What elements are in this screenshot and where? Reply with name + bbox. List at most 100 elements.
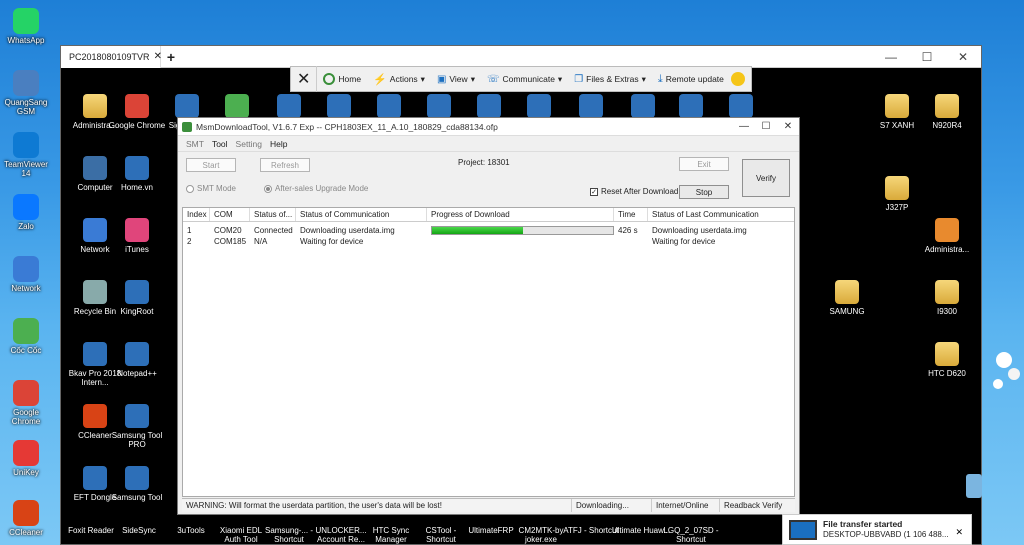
col-status[interactable]: Status of... <box>250 208 296 221</box>
table-row[interactable]: 2 COM185 N/A Waiting for device Waiting … <box>183 236 794 247</box>
recycle-icon <box>83 280 107 304</box>
app-icon <box>327 94 351 118</box>
remote-desktop-icon[interactable]: SAMUNG <box>817 280 877 316</box>
row-communication: Waiting for device <box>300 237 364 246</box>
maximize-button[interactable]: ☐ <box>909 50 945 64</box>
minimize-button[interactable]: — <box>873 50 909 64</box>
taskbar-item[interactable]: Samsung-... - Shortcut <box>259 526 319 544</box>
msm-window-controls: — ☐ ✕ <box>733 121 799 132</box>
table-row[interactable]: 1 COM20 Connected Downloading userdata.i… <box>183 225 794 236</box>
desktop-icon[interactable]: WhatsApp <box>2 8 50 45</box>
desktop-icon[interactable]: TeamViewer 14 <box>2 132 50 178</box>
maximize-button[interactable]: ☐ <box>755 121 777 132</box>
folder-icon <box>885 176 909 200</box>
remote-desktop-icon[interactable]: KingRoot <box>107 280 167 316</box>
refresh-button[interactable]: Refresh <box>260 158 310 172</box>
view-menu[interactable]: ▣ View ▾ <box>431 66 481 92</box>
col-status-communication[interactable]: Status of Communication <box>296 208 427 221</box>
remote-desktop-icon[interactable]: N920R4 <box>917 94 977 130</box>
unikey-icon <box>13 440 39 466</box>
taskbar-item[interactable]: LGQ_2_07SD - Shortcut <box>661 526 721 544</box>
start-button[interactable]: Start <box>186 158 236 172</box>
remote-desktop-icon[interactable]: iTunes <box>107 218 167 254</box>
app-icon <box>679 94 703 118</box>
close-notification-icon[interactable]: ✕ <box>955 527 963 538</box>
row-communication: Downloading userdata.img <box>300 226 395 235</box>
menu-setting[interactable]: Setting <box>236 139 262 149</box>
download-icon: ⤓ <box>657 72 663 85</box>
actions-menu[interactable]: ⚡ Actions ▾ <box>367 66 431 92</box>
progress-fill <box>432 227 523 234</box>
remote-desktop-icon[interactable]: J327P <box>867 176 927 212</box>
row-time: 426 s <box>618 226 638 235</box>
menu-help[interactable]: Help <box>270 139 287 149</box>
app-icon <box>125 342 149 366</box>
col-com[interactable]: COM <box>210 208 250 221</box>
chrome-icon <box>13 380 39 406</box>
desktop-icon[interactable]: Cốc Cốc <box>2 318 50 355</box>
col-progress[interactable]: Progress of Download <box>427 208 614 221</box>
home-label: Home <box>338 74 362 84</box>
exit-button[interactable]: Exit <box>679 157 729 171</box>
desktop-icon-label: UniKey <box>13 468 39 477</box>
row-com: COM185 <box>214 237 247 246</box>
radio-selected-icon <box>264 184 272 193</box>
verify-button[interactable]: Verify <box>742 159 790 197</box>
desktop-icon[interactable]: QuangSang GSM <box>2 70 50 116</box>
msm-download-tool-window: MsmDownloadTool, V1.6.7 Exp -- CPH1803EX… <box>177 117 800 515</box>
teamviewer-icon <box>13 132 39 158</box>
ccleaner-icon <box>13 500 39 526</box>
device-table: Index COM Status of... Status of Communi… <box>182 207 795 497</box>
communicate-menu[interactable]: ☏ Communicate ▾ <box>481 66 568 92</box>
col-last-communication[interactable]: Status of Last Communication <box>648 208 794 221</box>
close-session-icon[interactable]: ✕ <box>291 66 318 92</box>
desktop-icon[interactable]: UniKey <box>2 440 50 477</box>
remote-icon-label: Administra... <box>924 245 970 254</box>
session-tab[interactable]: PC2018080109TVR ✕ <box>61 45 162 68</box>
add-tab-button[interactable]: + <box>161 49 181 65</box>
minimize-button[interactable]: — <box>733 121 755 132</box>
msm-titlebar: MsmDownloadTool, V1.6.7 Exp -- CPH1803EX… <box>178 118 799 136</box>
desktop-icon[interactable]: Zalo <box>2 194 50 231</box>
smt-mode-radio[interactable]: SMT Mode <box>186 184 236 193</box>
col-index[interactable]: Index <box>183 208 210 221</box>
side-panel-handle[interactable] <box>966 474 982 498</box>
remote-desktop-icon[interactable]: Administra... <box>917 218 977 254</box>
app-icon <box>83 342 107 366</box>
close-button[interactable]: ✕ <box>945 50 981 64</box>
file-transfer-notification[interactable]: File transfer started DESKTOP-UBBVABD (1… <box>782 514 972 545</box>
notification-title: File transfer started <box>823 519 903 529</box>
folder-icon <box>935 342 959 366</box>
remote-desktop-icon[interactable]: Samsung Tool PRO <box>107 404 167 449</box>
remote-desktop-icon[interactable]: Samsung Tool <box>107 466 167 502</box>
desktop-icon-label: Google Chrome <box>11 408 41 426</box>
aftersales-mode-radio[interactable]: After-sales Upgrade Mode <box>264 184 368 193</box>
home-button[interactable]: Home <box>317 66 367 92</box>
folder-icon <box>835 280 859 304</box>
stop-button[interactable]: Stop <box>679 185 729 199</box>
desktop-icon-label: Network <box>11 284 41 293</box>
menu-tool[interactable]: Tool <box>212 139 228 149</box>
app-icon <box>175 94 199 118</box>
remote-desktop-icon[interactable]: Home.vn <box>107 156 167 192</box>
remote-desktop-icon[interactable]: I9300 <box>917 280 977 316</box>
itunes-icon <box>125 218 149 242</box>
remote-update-button[interactable]: ⤓ Remote update <box>652 66 730 92</box>
row-time <box>614 236 648 247</box>
desktop-icon[interactable]: CCleaner <box>2 500 50 537</box>
lightning-icon: ⚡ <box>373 73 387 86</box>
remote-desktop-icon[interactable]: HTC D620 <box>917 342 977 378</box>
desktop-icon[interactable]: Google Chrome <box>2 380 50 426</box>
desktop-icon-label: WhatsApp <box>7 36 45 45</box>
remote-desktop-icon[interactable]: Notepad++ <box>107 342 167 378</box>
feedback-smiley-icon[interactable] <box>731 72 745 86</box>
reset-after-download-checkbox[interactable]: ✓ Reset After Download <box>590 187 678 196</box>
col-time[interactable]: Time <box>614 208 648 221</box>
menu-smt[interactable]: SMT <box>186 139 204 149</box>
taskbar-item[interactable]: SideSync <box>109 526 169 535</box>
files-extras-menu[interactable]: ❐ Files & Extras ▾ <box>568 66 652 92</box>
desktop-icon[interactable]: Network <box>2 256 50 293</box>
close-button[interactable]: ✕ <box>777 121 799 132</box>
desktop-icon-label: CCleaner <box>9 528 43 537</box>
chevron-down-icon: ▾ <box>641 73 646 84</box>
